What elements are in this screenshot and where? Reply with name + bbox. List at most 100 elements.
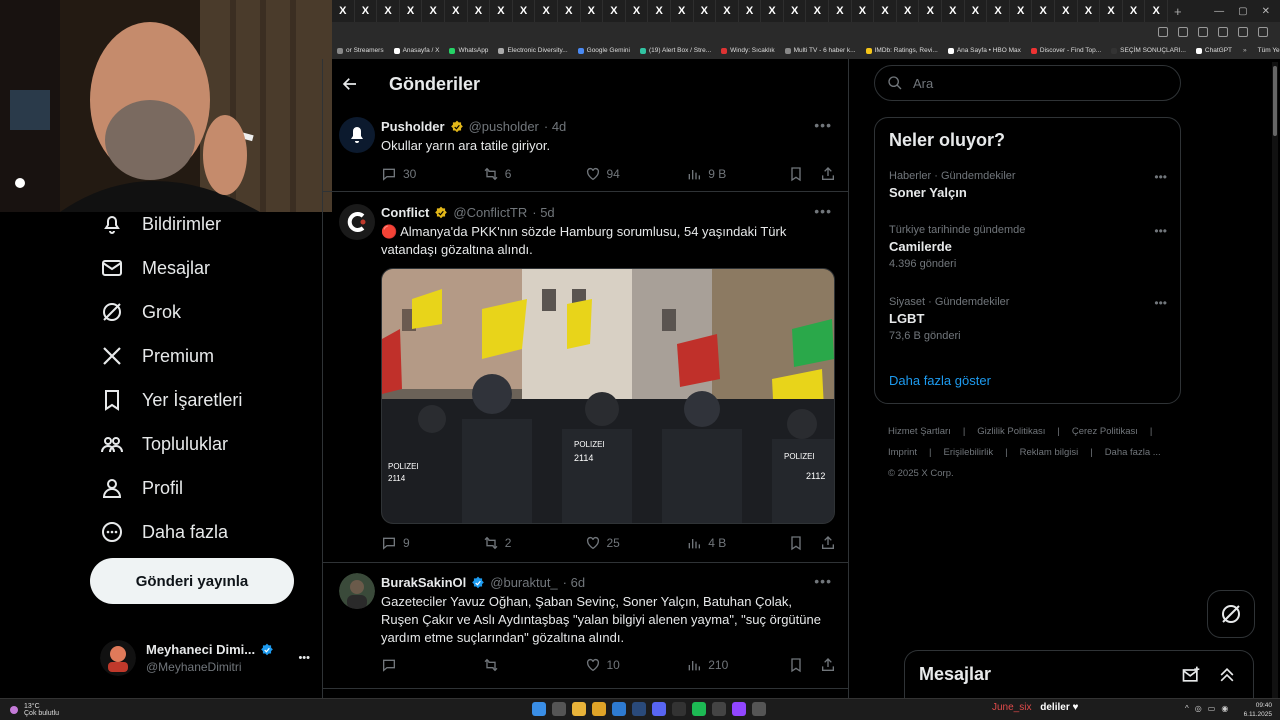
browser-tab[interactable]: X [671,0,694,22]
browser-tab[interactable]: X [445,0,468,22]
browser-tab[interactable]: X [694,0,717,22]
nav-item[interactable]: Premium [100,344,214,368]
buraksakinol-avatar[interactable] [339,573,375,609]
twitch-icon[interactable] [732,702,746,716]
repost-button[interactable] [483,657,585,673]
footer-link[interactable]: Gizlilik Politikası [977,426,1045,437]
footer-link[interactable]: Erişilebilirlik [944,447,994,458]
post-card[interactable]: BurakSakinOl @buraktut_ · 6d ••• Gazetec… [323,563,848,689]
browser-tab[interactable]: X [987,0,1010,22]
browser-tab[interactable]: X [626,0,649,22]
trend-more-icon[interactable]: ••• [1154,170,1167,184]
bookmark-item[interactable]: IMDb: Ratings, Revi... [861,47,943,54]
footer-link[interactable]: Daha fazla ... [1105,447,1161,458]
browser-tab[interactable]: X [422,0,445,22]
browser-tab[interactable]: X [784,0,807,22]
bookmark-item[interactable]: or Streamers [332,47,389,54]
nav-item[interactable]: Topluluklar [100,432,228,456]
browser-tab[interactable]: X [355,0,378,22]
like-button[interactable]: 25 [585,535,687,551]
nav-item[interactable]: Daha fazla [100,520,228,544]
new-tab-button[interactable]: + [1174,4,1182,19]
browser-tab[interactable]: X [1100,0,1123,22]
start-icon[interactable] [532,702,546,716]
search-taskbar-icon[interactable] [552,702,566,716]
weather-widget[interactable]: 13°C Çok bulutlu [0,703,200,717]
star-icon[interactable] [1198,27,1208,37]
browser-tab[interactable]: X [942,0,965,22]
bookmark-item[interactable]: Electronic Diversity... [493,47,572,54]
conflict-avatar[interactable] [339,204,375,240]
browser-tab[interactable]: X [603,0,626,22]
bookmark-post-icon[interactable] [788,166,804,182]
bookmark-post-icon[interactable] [788,657,804,673]
extensions-icon[interactable] [1218,27,1228,37]
post-author-handle[interactable]: @ConflictTR [453,205,527,220]
steam-icon[interactable] [632,702,646,716]
share-icon[interactable] [820,657,836,673]
post-media-image[interactable]: POLIZEI 2114 POLIZEI 2114 POLIZEI 2112 [381,268,835,524]
browser-tab[interactable]: X [716,0,739,22]
spotify-icon[interactable] [692,702,706,716]
trend-item[interactable]: Türkiye tarihinde gündemde Camilerde 4.3… [889,224,1167,270]
nav-item[interactable]: Profil [100,476,183,500]
post-card[interactable]: Pusholder @pusholder · 4d ••• Okullar ya… [323,109,848,192]
reply-button[interactable] [381,657,483,673]
post-author-handle[interactable]: @pusholder [469,119,539,134]
post-time[interactable]: · 6d [563,575,585,590]
zoom-icon[interactable] [1178,27,1188,37]
browser-tab[interactable]: X [558,0,581,22]
bookmark-item[interactable]: Multi TV - 6 haber k... [780,47,861,54]
cast-icon[interactable] [1158,27,1168,37]
post-time[interactable]: · 4d [544,119,566,134]
browser-tab[interactable]: X [332,0,355,22]
post-more-icon[interactable]: ••• [814,117,832,133]
footer-link[interactable]: Hizmet Şartları [888,426,951,437]
menu-icon[interactable] [1258,27,1268,37]
all-bookmarks-button[interactable]: Tüm Yer İşaretleri [1253,47,1280,54]
share-icon[interactable] [820,535,836,551]
bookmarks-overflow-button[interactable]: » [1237,47,1253,54]
post-card[interactable]: Conflict @ConflictTR · 5d ••• 🔴 Almanya'… [323,192,848,563]
browser-tab[interactable]: X [490,0,513,22]
post-author-name[interactable]: Pusholder [381,119,445,134]
reply-button[interactable]: 30 [381,166,483,182]
browser-tab[interactable]: X [806,0,830,22]
browser-tab[interactable]: X [852,0,875,22]
maximize-button[interactable]: ▢ [1238,6,1247,17]
search-placeholder[interactable]: Ara [913,76,933,91]
footer-link[interactable]: Reklam bilgisi [1020,447,1079,458]
nav-item[interactable]: Grok [100,300,181,324]
account-more-icon[interactable]: ••• [298,652,310,664]
browser-tab[interactable]: X [1010,0,1033,22]
browser-tab[interactable]: X [829,0,852,22]
reply-button[interactable]: 9 [381,535,483,551]
browser-tab[interactable]: X [648,0,671,22]
browser-tab[interactable]: X [739,0,762,22]
nav-item[interactable]: Mesajlar [100,256,210,280]
post-author-handle[interactable]: @buraktut_ [490,575,557,590]
post-more-icon[interactable]: ••• [814,203,832,219]
messages-drawer[interactable]: Mesajlar [904,650,1254,698]
discord-icon[interactable] [652,702,666,716]
views-button[interactable]: 9 B [686,166,788,182]
repost-button[interactable]: 2 [483,535,585,551]
footer-link[interactable]: © 2025 X Corp. [888,468,954,479]
browser-tab[interactable]: X [513,0,536,22]
repost-button[interactable]: 6 [483,166,585,182]
back-arrow-icon[interactable] [341,75,359,93]
post-button[interactable]: Gönderi yayınla [90,558,294,604]
bookmark-item[interactable]: Anasayfa / X [389,47,445,54]
browser-tab[interactable]: X [1123,0,1146,22]
scrollbar-thumb[interactable] [1273,66,1277,136]
trend-item[interactable]: Haberler · Gündemdekiler Soner Yalçın ••… [889,170,1167,200]
browser-tab[interactable]: X [1032,0,1055,22]
browser-tab[interactable]: X [897,0,920,22]
browser-tab[interactable]: X [1145,0,1168,22]
explorer-icon[interactable] [612,702,626,716]
account-switcher[interactable]: Meyhaneci Dimi... @MeyhaneDimitri ••• [100,636,310,680]
browser-tab[interactable]: X [874,0,897,22]
expand-up-icon[interactable] [1217,665,1237,685]
close-button[interactable]: ✕ [1262,6,1270,17]
views-button[interactable]: 210 [686,657,788,673]
